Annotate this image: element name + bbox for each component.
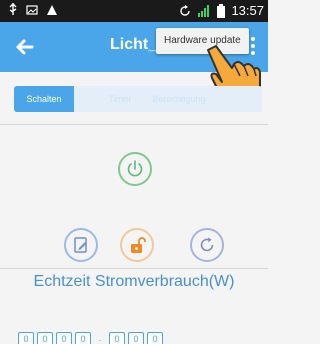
power-icon	[127, 160, 143, 177]
status-bar: 13:57	[0, 0, 268, 22]
energy-digit: 0	[109, 332, 125, 344]
energy-digit: 0	[147, 332, 163, 344]
warning-icon	[47, 5, 57, 15]
refresh-button[interactable]	[190, 228, 224, 262]
back-arrow-icon[interactable]	[12, 34, 38, 60]
energy-digit: 0	[56, 332, 72, 344]
gallery-icon	[26, 5, 38, 15]
tab-schalten[interactable]: Schalten	[14, 86, 74, 112]
signal-icon	[198, 4, 210, 17]
refresh-icon	[200, 237, 214, 252]
page-title: Licht_V	[110, 36, 160, 53]
unlock-icon	[131, 237, 146, 253]
sync-icon	[180, 4, 191, 16]
battery-icon	[217, 3, 226, 18]
energy-digit: 0	[75, 332, 91, 344]
usb-icon	[9, 3, 17, 15]
tab-bar: Schalten Timer Berechtigung	[14, 86, 262, 112]
energy-digit: 0	[37, 332, 53, 344]
energy-readout: 0 0 0 0 . 0 0 0	[18, 332, 163, 344]
energy-title: Echtzeit Stromverbrauch(W)	[33, 273, 235, 290]
status-right-icons: 13:57	[179, 3, 264, 18]
status-left-icons	[8, 3, 58, 17]
energy-decimal-separator: .	[98, 333, 102, 343]
tab-berechtigung[interactable]: Berechtigung	[144, 86, 214, 112]
screen: { "status_bar": { "time": "13:57" }, "ap…	[0, 0, 268, 344]
divider	[0, 268, 268, 269]
clock: 13:57	[231, 3, 264, 18]
edit-icon	[74, 237, 87, 253]
power-button[interactable]	[118, 152, 152, 186]
unlock-button[interactable]	[120, 228, 154, 262]
divider	[0, 124, 268, 125]
edit-button[interactable]	[64, 228, 98, 262]
tab-timer[interactable]: Timer	[100, 86, 140, 112]
energy-digit: 0	[18, 332, 34, 344]
energy-digit: 0	[128, 332, 144, 344]
